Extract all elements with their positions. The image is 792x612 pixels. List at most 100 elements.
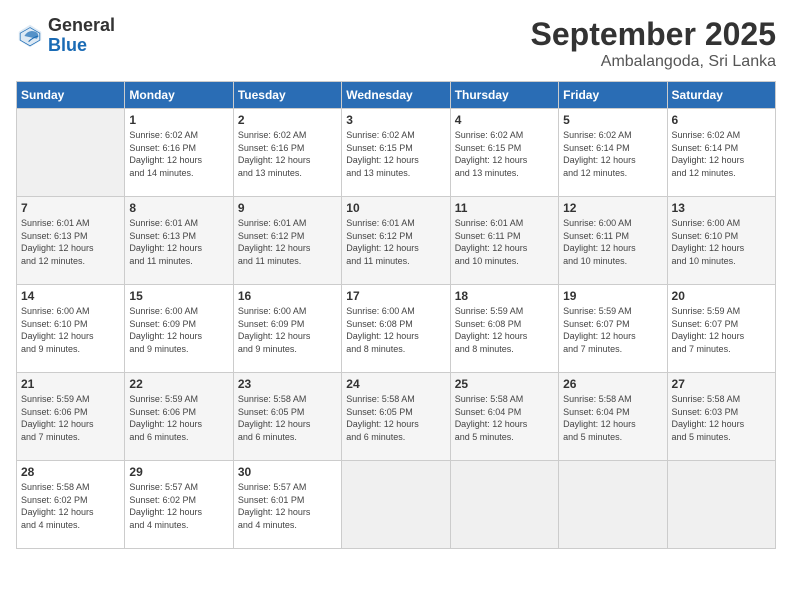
- day-info: Sunrise: 5:58 AMSunset: 6:05 PMDaylight:…: [238, 393, 337, 443]
- logo-text: General Blue: [48, 16, 115, 56]
- day-info: Sunrise: 6:00 AMSunset: 6:10 PMDaylight:…: [672, 217, 771, 267]
- day-info: Sunrise: 6:01 AMSunset: 6:11 PMDaylight:…: [455, 217, 554, 267]
- weekday-header-saturday: Saturday: [667, 82, 775, 109]
- day-info: Sunrise: 5:59 AMSunset: 6:06 PMDaylight:…: [129, 393, 228, 443]
- day-info: Sunrise: 5:58 AMSunset: 6:04 PMDaylight:…: [563, 393, 662, 443]
- calendar-cell: 10 Sunrise: 6:01 AMSunset: 6:12 PMDayligh…: [342, 197, 450, 285]
- calendar-cell: [342, 461, 450, 549]
- day-number: 12: [563, 201, 662, 215]
- calendar-cell: 21 Sunrise: 5:59 AMSunset: 6:06 PMDayligh…: [17, 373, 125, 461]
- calendar-cell: 15 Sunrise: 6:00 AMSunset: 6:09 PMDayligh…: [125, 285, 233, 373]
- month-title: September 2025: [531, 16, 776, 53]
- calendar-cell: 23Sunrise: 5:58 AMSunset: 6:05 PMDayligh…: [233, 373, 341, 461]
- day-number: 15: [129, 289, 228, 303]
- weekday-header-thursday: Thursday: [450, 82, 558, 109]
- day-info: Sunrise: 6:00 AMSunset: 6:11 PMDaylight:…: [563, 217, 662, 267]
- weekday-header-tuesday: Tuesday: [233, 82, 341, 109]
- day-info: Sunrise: 5:59 AMSunset: 6:07 PMDaylight:…: [672, 305, 771, 355]
- calendar-cell: 1Sunrise: 6:02 AMSunset: 6:16 PMDaylight…: [125, 109, 233, 197]
- weekday-header-wednesday: Wednesday: [342, 82, 450, 109]
- weekday-header-sunday: Sunday: [17, 82, 125, 109]
- day-info: Sunrise: 6:02 AMSunset: 6:15 PMDaylight:…: [346, 129, 445, 179]
- calendar-cell: 11 Sunrise: 6:01 AMSunset: 6:11 PMDayligh…: [450, 197, 558, 285]
- calendar-cell: 25 Sunrise: 5:58 AMSunset: 6:04 PMDayligh…: [450, 373, 558, 461]
- calendar-cell: 8 Sunrise: 6:01 AMSunset: 6:13 PMDaylight…: [125, 197, 233, 285]
- day-info: Sunrise: 6:02 AMSunset: 6:14 PMDaylight:…: [563, 129, 662, 179]
- title-area: September 2025 Ambalangoda, Sri Lanka: [531, 16, 776, 71]
- calendar-cell: [17, 109, 125, 197]
- calendar-cell: 13 Sunrise: 6:00 AMSunset: 6:10 PMDayligh…: [667, 197, 775, 285]
- day-info: Sunrise: 5:57 AMSunset: 6:01 PMDaylight:…: [238, 481, 337, 531]
- day-number: 27: [672, 377, 771, 391]
- weekday-header-monday: Monday: [125, 82, 233, 109]
- day-number: 22: [129, 377, 228, 391]
- calendar-cell: 3 Sunrise: 6:02 AMSunset: 6:15 PMDaylight…: [342, 109, 450, 197]
- day-info: Sunrise: 6:00 AMSunset: 6:09 PMDaylight:…: [129, 305, 228, 355]
- day-info: Sunrise: 6:02 AMSunset: 6:16 PMDaylight:…: [129, 129, 228, 179]
- day-info: Sunrise: 6:01 AMSunset: 6:12 PMDaylight:…: [238, 217, 337, 267]
- day-info: Sunrise: 6:02 AMSunset: 6:16 PMDaylight:…: [238, 129, 337, 179]
- day-number: 25: [455, 377, 554, 391]
- calendar-cell: 12 Sunrise: 6:00 AMSunset: 6:11 PMDayligh…: [559, 197, 667, 285]
- calendar-cell: 14 Sunrise: 6:00 AMSunset: 6:10 PMDayligh…: [17, 285, 125, 373]
- calendar-cell: 27 Sunrise: 5:58 AMSunset: 6:03 PMDayligh…: [667, 373, 775, 461]
- calendar-cell: 20 Sunrise: 5:59 AMSunset: 6:07 PMDayligh…: [667, 285, 775, 373]
- calendar-cell: [450, 461, 558, 549]
- calendar-cell: 24 Sunrise: 5:58 AMSunset: 6:05 PMDayligh…: [342, 373, 450, 461]
- calendar-table: SundayMondayTuesdayWednesdayThursdayFrid…: [16, 81, 776, 549]
- day-info: Sunrise: 5:58 AMSunset: 6:03 PMDaylight:…: [672, 393, 771, 443]
- day-info: Sunrise: 5:58 AMSunset: 6:04 PMDaylight:…: [455, 393, 554, 443]
- day-number: 16: [238, 289, 337, 303]
- day-info: Sunrise: 6:02 AMSunset: 6:14 PMDaylight:…: [672, 129, 771, 179]
- day-info: Sunrise: 5:59 AMSunset: 6:06 PMDaylight:…: [21, 393, 120, 443]
- day-number: 30: [238, 465, 337, 479]
- calendar-cell: 4 Sunrise: 6:02 AMSunset: 6:15 PMDaylight…: [450, 109, 558, 197]
- calendar-cell: 16 Sunrise: 6:00 AMSunset: 6:09 PMDayligh…: [233, 285, 341, 373]
- day-info: Sunrise: 5:59 AMSunset: 6:07 PMDaylight:…: [563, 305, 662, 355]
- day-info: Sunrise: 6:01 AMSunset: 6:13 PMDaylight:…: [21, 217, 120, 267]
- calendar-cell: 7Sunrise: 6:01 AMSunset: 6:13 PMDaylight…: [17, 197, 125, 285]
- calendar-cell: 5 Sunrise: 6:02 AMSunset: 6:14 PMDaylight…: [559, 109, 667, 197]
- day-number: 29: [129, 465, 228, 479]
- calendar-cell: [559, 461, 667, 549]
- day-number: 11: [455, 201, 554, 215]
- calendar-cell: 6Sunrise: 6:02 AMSunset: 6:14 PMDaylight…: [667, 109, 775, 197]
- day-number: 21: [21, 377, 120, 391]
- day-number: 14: [21, 289, 120, 303]
- calendar-cell: 26 Sunrise: 5:58 AMSunset: 6:04 PMDayligh…: [559, 373, 667, 461]
- calendar-cell: 9 Sunrise: 6:01 AMSunset: 6:12 PMDaylight…: [233, 197, 341, 285]
- day-number: 3: [346, 113, 445, 127]
- weekday-header-friday: Friday: [559, 82, 667, 109]
- day-number: 26: [563, 377, 662, 391]
- day-info: Sunrise: 5:59 AMSunset: 6:08 PMDaylight:…: [455, 305, 554, 355]
- day-info: Sunrise: 6:01 AMSunset: 6:12 PMDaylight:…: [346, 217, 445, 267]
- day-number: 2: [238, 113, 337, 127]
- calendar-cell: 22 Sunrise: 5:59 AMSunset: 6:06 PMDayligh…: [125, 373, 233, 461]
- logo-icon: [16, 22, 44, 50]
- calendar-cell: [667, 461, 775, 549]
- day-info: Sunrise: 5:57 AMSunset: 6:02 PMDaylight:…: [129, 481, 228, 531]
- day-number: 4: [455, 113, 554, 127]
- calendar-cell: 28Sunrise: 5:58 AMSunset: 6:02 PMDayligh…: [17, 461, 125, 549]
- calendar-cell: 19 Sunrise: 5:59 AMSunset: 6:07 PMDayligh…: [559, 285, 667, 373]
- day-number: 9: [238, 201, 337, 215]
- day-number: 8: [129, 201, 228, 215]
- day-number: 13: [672, 201, 771, 215]
- day-info: Sunrise: 6:00 AMSunset: 6:10 PMDaylight:…: [21, 305, 120, 355]
- day-number: 24: [346, 377, 445, 391]
- day-number: 17: [346, 289, 445, 303]
- day-number: 10: [346, 201, 445, 215]
- calendar-cell: 2 Sunrise: 6:02 AMSunset: 6:16 PMDaylight…: [233, 109, 341, 197]
- day-info: Sunrise: 6:00 AMSunset: 6:09 PMDaylight:…: [238, 305, 337, 355]
- day-info: Sunrise: 6:01 AMSunset: 6:13 PMDaylight:…: [129, 217, 228, 267]
- day-info: Sunrise: 6:02 AMSunset: 6:15 PMDaylight:…: [455, 129, 554, 179]
- day-info: Sunrise: 5:58 AMSunset: 6:05 PMDaylight:…: [346, 393, 445, 443]
- day-number: 20: [672, 289, 771, 303]
- calendar-cell: 18Sunrise: 5:59 AMSunset: 6:08 PMDayligh…: [450, 285, 558, 373]
- day-number: 28: [21, 465, 120, 479]
- calendar-cell: 29 Sunrise: 5:57 AMSunset: 6:02 PMDayligh…: [125, 461, 233, 549]
- subtitle: Ambalangoda, Sri Lanka: [531, 53, 776, 71]
- calendar-cell: 17Sunrise: 6:00 AMSunset: 6:08 PMDayligh…: [342, 285, 450, 373]
- day-number: 5: [563, 113, 662, 127]
- day-number: 19: [563, 289, 662, 303]
